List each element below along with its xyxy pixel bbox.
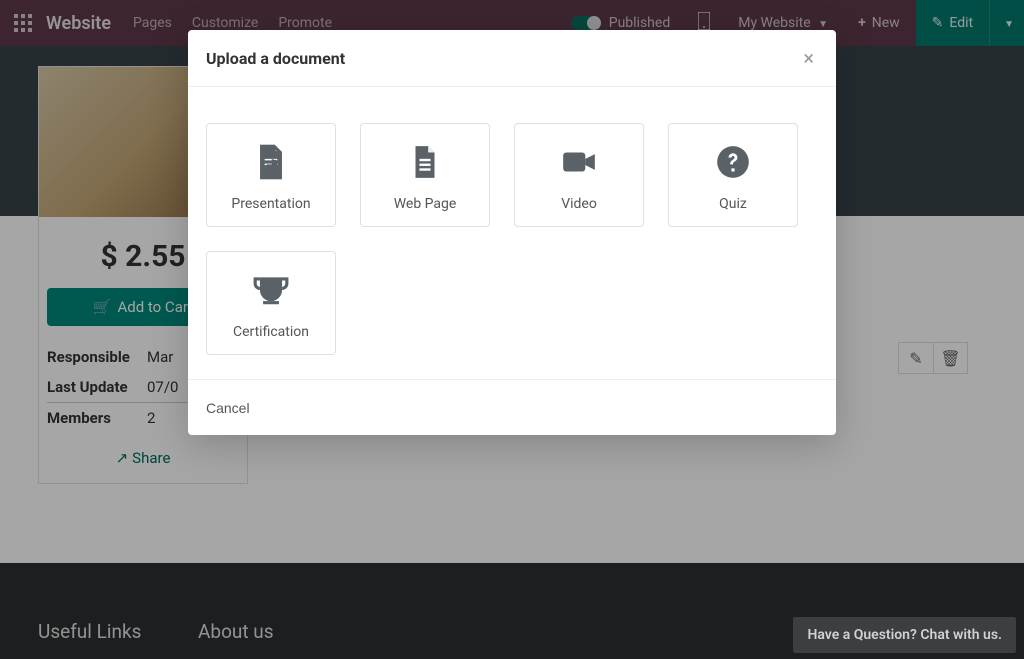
quiz-icon bbox=[714, 138, 752, 186]
tile-label: Video bbox=[561, 196, 597, 212]
webpage-icon bbox=[406, 138, 444, 186]
tile-video[interactable]: Video bbox=[514, 123, 644, 227]
tile-webpage[interactable]: Web Page bbox=[360, 123, 490, 227]
upload-document-modal: Upload a document × Presentation Web Pag… bbox=[188, 30, 836, 435]
tile-quiz[interactable]: Quiz bbox=[668, 123, 798, 227]
modal-header: Upload a document × bbox=[188, 30, 836, 87]
tile-label: Certification bbox=[233, 324, 309, 340]
certification-icon bbox=[252, 266, 290, 314]
tile-presentation[interactable]: Presentation bbox=[206, 123, 336, 227]
modal-title: Upload a document bbox=[206, 49, 799, 68]
presentation-icon bbox=[252, 138, 290, 186]
tile-label: Presentation bbox=[231, 196, 310, 212]
tile-label: Web Page bbox=[394, 196, 457, 212]
modal-body: Presentation Web Page Video Quiz bbox=[188, 87, 836, 380]
modal-footer: Cancel bbox=[188, 380, 836, 435]
close-icon[interactable]: × bbox=[799, 46, 818, 70]
chat-widget[interactable]: Have a Question? Chat with us. bbox=[793, 617, 1016, 653]
tile-certification[interactable]: Certification bbox=[206, 251, 336, 355]
tile-label: Quiz bbox=[719, 196, 747, 212]
cancel-button[interactable]: Cancel bbox=[206, 400, 250, 416]
video-icon bbox=[560, 138, 598, 186]
